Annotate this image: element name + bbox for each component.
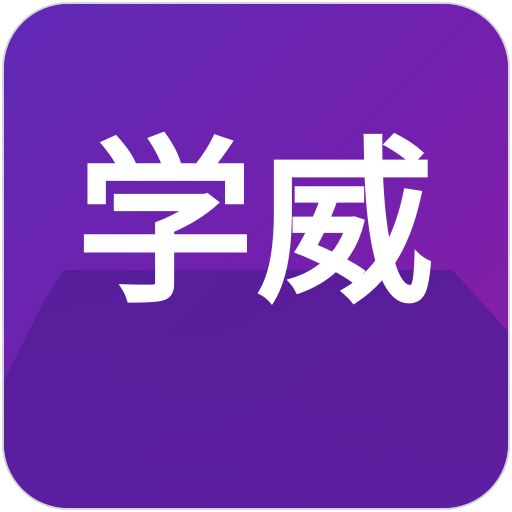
app-icon[interactable]: 学威 (2, 2, 510, 510)
app-icon-label: 学威 (76, 121, 436, 328)
canvas: 学威 (0, 0, 512, 512)
